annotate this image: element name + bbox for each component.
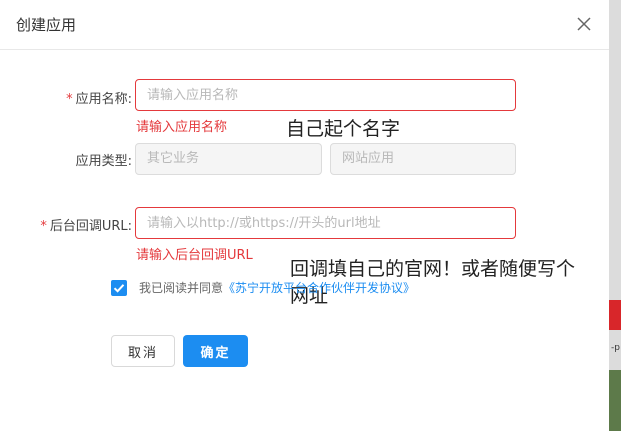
ok-button[interactable]: 确定 [183, 335, 248, 367]
app-type-option-website[interactable]: 网站应用 [330, 143, 516, 175]
agreement-text: 我已阅读并同意《苏宁开放平台合作伙伴开发协议》 [139, 279, 415, 296]
dialog-header: 创建应用 [0, 0, 609, 50]
callback-url-input[interactable] [135, 207, 516, 239]
background-text: -p [611, 343, 620, 353]
agreement-prefix: 我已阅读并同意 [139, 281, 224, 295]
agreement-link[interactable]: 《苏宁开放平台合作伙伴开发协议》 [223, 281, 415, 295]
background-red-block [609, 300, 621, 330]
callback-url-label-text: 后台回调URL: [49, 219, 132, 234]
cancel-button[interactable]: 取消 [111, 335, 175, 367]
create-app-dialog: 创建应用 *应用名称: 请输入应用名称 自己起个名字 应用类型: 其它业务 网站… [0, 0, 609, 431]
app-name-annotation: 自己起个名字 [286, 118, 401, 140]
callback-url-error: 请输入后台回调URL [136, 248, 253, 263]
agreement-checkbox[interactable] [111, 280, 127, 296]
app-name-label-text: 应用名称: [75, 92, 132, 107]
background-green-block [609, 370, 621, 431]
app-name-error: 请输入应用名称 [136, 120, 228, 135]
required-mark: * [66, 92, 73, 107]
app-name-label: * 应用名称: [52, 88, 132, 107]
app-type-option-other-label: 其它业务 [147, 151, 200, 166]
callback-url-label: * 后台回调URL: [22, 215, 132, 234]
required-mark: * [40, 219, 47, 234]
close-icon [577, 17, 591, 31]
checkmark-icon [113, 284, 125, 293]
background-page-strip [609, 0, 621, 431]
close-button[interactable] [574, 14, 594, 34]
app-type-label: 应用类型: [75, 154, 132, 169]
dialog-title: 创建应用 [16, 16, 77, 34]
app-name-input[interactable] [135, 79, 516, 111]
app-type-option-website-label: 网站应用 [342, 151, 395, 166]
callback-url-annotation-line1: 回调填自己的官网！或者随便写个 [290, 258, 576, 280]
app-type-option-other[interactable]: 其它业务 [135, 143, 322, 175]
